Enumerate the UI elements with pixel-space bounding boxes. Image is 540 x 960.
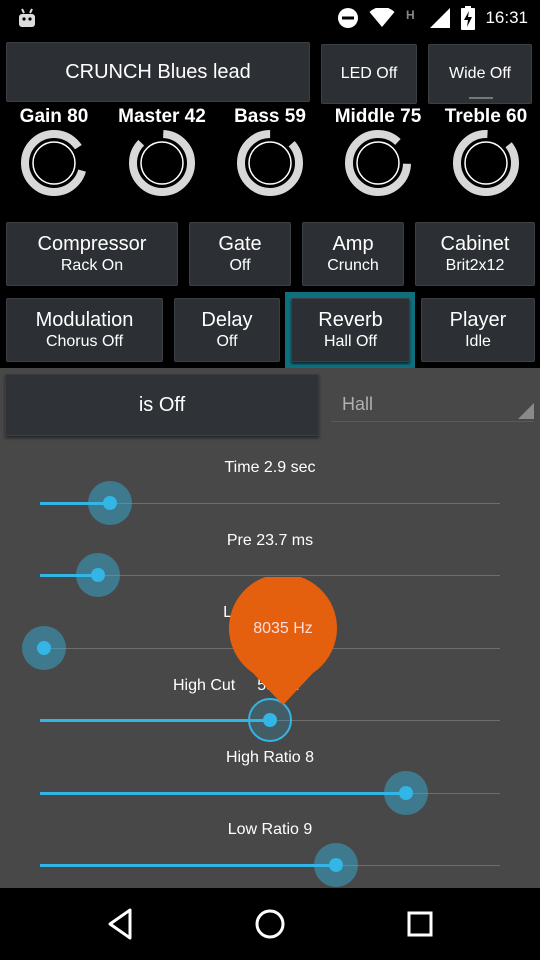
module-state: Chorus Off [45,333,124,350]
knob-cap [248,141,292,185]
home-icon[interactable] [252,906,288,942]
module-name: Cabinet [440,233,510,255]
middle-knob[interactable] [343,128,413,198]
module-modulation-button[interactable]: Modulation Chorus Off [6,298,163,362]
gain-label: Gain 80 [19,106,89,127]
value-balloon [229,577,337,705]
bass-label: Bass 59 [234,106,306,127]
battery-charging-icon [461,6,476,30]
gain-knob[interactable] [19,128,89,198]
module-state: Brit2x12 [445,257,505,274]
value-balloon-text: 8035 Hz [253,620,313,637]
high-ratio-slider-thumb-dot [398,786,413,800]
reverb-type-dropdown[interactable]: Hall [331,390,534,422]
module-name: Player [449,309,507,331]
knob-cap [464,141,508,185]
treble-knob[interactable] [451,128,521,198]
module-cabinet-button[interactable]: Cabinet Brit2x12 [415,222,535,286]
recents-icon[interactable] [402,906,438,942]
module-name: Modulation [35,309,134,331]
middle-label: Middle 75 [334,106,422,127]
svg-text:H: H [406,8,415,22]
wide-toggle-button[interactable]: Wide Off [428,44,532,104]
module-state: Crunch [327,257,379,274]
low-cut-slider-thumb-dot [37,641,51,655]
module-name: Gate [218,233,262,255]
module-name: Reverb [318,309,383,331]
bass-knob[interactable] [235,128,305,198]
amp-controls: CRUNCH Blues lead LED Off Wide Off Gain … [0,36,540,368]
knob-indicator [73,144,88,172]
time-slider-label: Time 2.9 sec [224,459,316,476]
high-ratio-slider-label: High Ratio 8 [225,749,315,766]
module-state: Hall Off [323,333,378,350]
module-name: Compressor [37,233,147,255]
module-amp-button[interactable]: Amp Crunch [302,222,404,286]
module-delay-button[interactable]: Delay Off [174,298,280,362]
high-cut-slider-thumb-dot [263,713,277,727]
high-cut-slider-fill [40,719,270,722]
pre-slider-label: Pre 23.7 ms [226,532,314,549]
preset-name-button[interactable]: CRUNCH Blues lead [6,42,310,102]
module-reverb-button[interactable]: Reverb Hall Off [291,298,410,362]
treble-label: Treble 60 [444,106,528,127]
module-player-button[interactable]: Player Idle [421,298,535,362]
low-ratio-slider-fill [40,864,336,867]
reverb-onoff-button[interactable]: is Off [5,374,319,436]
knob-cap [356,141,400,185]
dnd-icon [338,8,359,28]
module-state: Off [229,257,251,274]
low-ratio-slider-label: Low Ratio 9 [227,821,313,838]
status-bar: H 16:31 [0,0,540,36]
back-icon[interactable] [102,906,138,942]
module-state: Off [216,333,238,350]
preset-name-label: CRUNCH Blues lead [65,60,251,83]
master-label: Master 42 [118,106,206,127]
module-gate-button[interactable]: Gate Off [189,222,291,286]
wide-toggle-label: Wide Off [449,65,511,82]
android-icon [19,8,35,27]
module-name: Amp [332,233,374,255]
cell-signal-icon [430,8,451,28]
led-toggle-button[interactable]: LED Off [321,44,417,104]
wide-indicator [469,97,493,99]
time-slider-thumb-dot [102,496,117,510]
reverb-type-value: Hall [342,394,374,414]
led-toggle-label: LED Off [340,65,398,82]
clock: 16:31 [485,8,528,27]
module-name: Delay [201,309,253,331]
knob-cap [140,141,184,185]
navigation-bar [0,888,540,960]
low-ratio-slider-thumb-dot [328,858,343,872]
high-ratio-slider-fill [40,792,406,795]
h-signal-icon: H [406,8,415,22]
high-cut-label-text: High Cut [172,677,236,694]
knob-cap [32,141,76,185]
module-state: Rack On [60,257,124,274]
dropdown-arrow-icon [518,403,534,419]
master-knob[interactable] [127,128,197,198]
module-compressor-button[interactable]: Compressor Rack On [6,222,178,286]
reverb-onoff-label: is Off [138,393,186,416]
module-state: Idle [465,333,491,350]
wifi-icon [369,8,395,27]
